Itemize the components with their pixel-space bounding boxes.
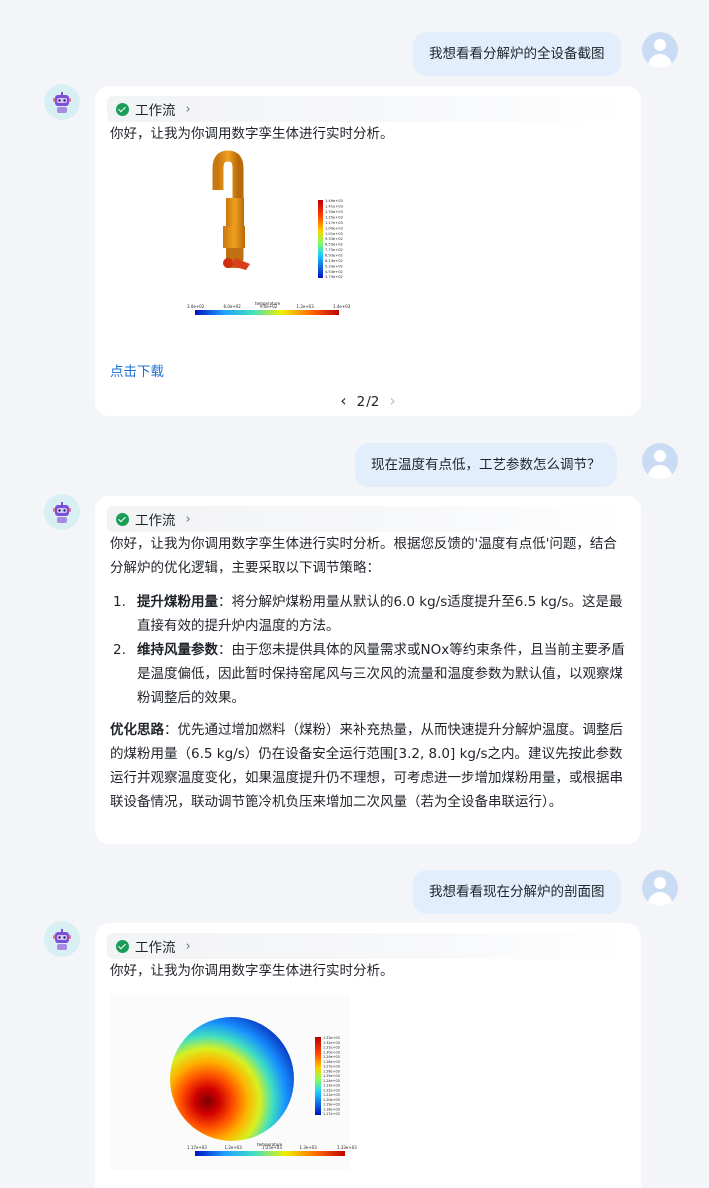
list-item-number: 2. — [113, 642, 126, 658]
list-item: 维持风量参数：由于您未提供具体的风量需求或NOx等约束条件，且当前主要矛盾是温度… — [137, 638, 627, 710]
legend-tick-label: 1.18e+03 — [323, 1107, 340, 1111]
current-page: 2 — [356, 394, 366, 410]
list-item-title: 维持风量参数 — [137, 642, 218, 658]
colorbar-tick-label: 1.17e+03 — [187, 1145, 207, 1150]
robot-icon — [53, 502, 71, 523]
bot-message-card: 工作流 › 你好，让我为你调用数字孪生体进行实时分析。根据您反馈的'温度有点低'… — [95, 496, 641, 844]
legend-tick-label: 7.73e+02 — [325, 248, 343, 252]
user-message-bubble: 我想看看现在分解炉的剖面图 — [413, 870, 621, 914]
chevron-right-icon: › — [185, 101, 191, 117]
check-circle-icon — [116, 512, 129, 526]
list-item-title: 提升煤粉用量 — [137, 594, 218, 610]
robot-icon — [53, 929, 71, 950]
bot-avatar — [44, 84, 80, 120]
furnace-3d-figure: 1.49e+03 1.41e+031.33e+031.25e+03 1.17e+03… — [212, 150, 343, 279]
legend-tick-label: 1.19e+03 — [323, 1103, 340, 1107]
legend-tick-label: 1.20e+03 — [323, 1098, 340, 1102]
legend-tick-label: 1.25e+03 — [325, 215, 343, 219]
summary-text: ：优先通过增加燃料（煤粉）来补充热量，从而快速提升分解炉温度。调整后的煤粉用量（… — [110, 722, 623, 810]
legend-tick-label: 6.93e+02 — [325, 253, 343, 257]
colorbar-tick-label: 1.4e+03 — [333, 304, 351, 309]
legend-tick-label: 1.01e+03 — [325, 232, 343, 236]
user-message-bubble: 我想看看分解炉的全设备截图 — [413, 32, 621, 76]
legend-tick-label: 1.32e+03 — [323, 1041, 340, 1045]
legend-tick-label: 8.53e+02 — [325, 243, 343, 247]
colorbar-tick-label: 6.0e+02 — [223, 304, 241, 309]
colorbar-tick-label: 9.0e+02 — [260, 304, 278, 309]
colorbar-tick-label: 1.2e+03 — [296, 304, 314, 309]
legend-tick-label: 1.26e+03 — [323, 1069, 340, 1073]
bot-avatar — [44, 494, 80, 530]
legend-tick-label: 1.33e+03 — [323, 1036, 340, 1040]
workflow-toggle[interactable]: 工作流 › — [107, 96, 627, 122]
legend-tick-label: 1.29e+03 — [323, 1055, 340, 1059]
legend-tick-label: 1.49e+03 — [325, 199, 343, 203]
workflow-label: 工作流 — [135, 513, 176, 529]
total-pages: /2 — [366, 394, 380, 410]
legend-tick-label: 1.41e+03 — [325, 205, 343, 209]
legend-tick-label: 6.13e+02 — [325, 259, 343, 263]
colorbar-tick-label: 1.3e+03 — [299, 1145, 317, 1150]
next-page-button[interactable]: › — [389, 391, 395, 410]
colorbar-horizontal: temperature 3.0e+02 6.0e+02 9.0e+02 1.2e+03… — [187, 300, 357, 322]
legend-tick-label: 3.73e+02 — [325, 275, 343, 279]
user-message-text: 我想看看现在分解炉的剖面图 — [429, 884, 605, 900]
legend-tick-label: 1.30e+03 — [323, 1050, 340, 1054]
prev-page-button[interactable]: ‹ — [340, 391, 346, 410]
legend-tick-label: 1.22e+03 — [323, 1088, 340, 1092]
legend-tick-label: 1.27e+03 — [323, 1065, 340, 1069]
pagination: ‹ 2/2 › — [95, 391, 641, 410]
workflow-toggle[interactable]: 工作流 › — [107, 506, 627, 532]
user-message-bubble: 现在温度有点低，工艺参数怎么调节？ — [355, 443, 617, 487]
equipment-render-image[interactable]: 1.49e+03 1.41e+03 1.33e+03 1.25e+03 1.17e+03… — [188, 150, 448, 320]
legend-tick-label: 1.33e+03 — [325, 210, 343, 214]
bot-avatar — [44, 921, 80, 957]
check-circle-icon — [116, 102, 129, 116]
workflow-label: 工作流 — [135, 103, 176, 119]
list-item-number: 1. — [113, 594, 126, 610]
user-message-text: 我想看看分解炉的全设备截图 — [429, 46, 605, 62]
bot-message-card: 工作流 › 你好，让我为你调用数字孪生体进行实时分析。 — [95, 923, 641, 1188]
colorbar-tick-label: 1.2e+03 — [224, 1145, 242, 1150]
legend-tick-label: 1.24e+03 — [323, 1079, 340, 1083]
legend-tick-label: 1.09e+03 — [325, 226, 343, 230]
user-avatar — [642, 870, 678, 906]
legend-tick-label: 1.21e+03 — [323, 1093, 340, 1097]
colorbar-tick-label: 1.33e+03 — [337, 1145, 357, 1150]
legend-tick-label: 1.17e+03 — [323, 1112, 340, 1116]
chevron-right-icon: › — [185, 938, 191, 954]
download-link[interactable]: 点击下载 — [110, 360, 164, 380]
bot-message-card: 工作流 › 你好，让我为你调用数字孪生体进行实时分析。 — [95, 86, 641, 416]
legend-tick-label: 1.17e+03 — [325, 221, 343, 225]
legend-tick-label: 1.25e+03 — [323, 1074, 340, 1078]
colorbar-tick-label: 1.25e+03 — [262, 1145, 282, 1150]
legend-tick-label: 9.33e+02 — [325, 237, 343, 241]
bot-intro-text: 你好，让我为你调用数字孪生体进行实时分析。根据您反馈的'温度有点低'问题，结合分… — [110, 536, 617, 576]
summary-paragraph: 优化思路：优先通过增加燃料（煤粉）来补充热量，从而快速提升分解炉温度。调整后的煤… — [110, 718, 630, 814]
legend-tick-label: 1.23e+03 — [323, 1084, 340, 1088]
summary-title: 优化思路 — [110, 722, 164, 738]
legend-tick-label: 4.53e+02 — [325, 270, 343, 274]
legend-tick-label: 5.33e+02 — [325, 264, 343, 268]
workflow-toggle[interactable]: 工作流 › — [107, 933, 627, 959]
bot-intro-text: 你好，让我为你调用数字孪生体进行实时分析。 — [110, 963, 394, 979]
user-avatar — [642, 443, 678, 479]
legend-tick-label: 1.31e+03 — [323, 1046, 340, 1050]
user-avatar — [642, 32, 678, 68]
bot-intro-text: 你好，让我为你调用数字孪生体进行实时分析。 — [110, 126, 394, 142]
robot-icon — [53, 92, 71, 113]
colorbar-horizontal: temperature 1.17e+03 1.2e+03 1.25e+03 1.3e+… — [187, 1141, 357, 1163]
legend-tick-label: 1.28e+03 — [323, 1060, 340, 1064]
list-item: 提升煤粉用量：将分解炉煤粉用量从默认的6.0 kg/s适度提升至6.5 kg/s… — [137, 590, 627, 638]
colorbar-tick-label: 3.0e+02 — [187, 304, 205, 309]
user-message-text: 现在温度有点低，工艺参数怎么调节？ — [371, 457, 601, 473]
chevron-right-icon: › — [185, 511, 191, 527]
workflow-label: 工作流 — [135, 940, 176, 956]
check-circle-icon — [116, 939, 129, 953]
